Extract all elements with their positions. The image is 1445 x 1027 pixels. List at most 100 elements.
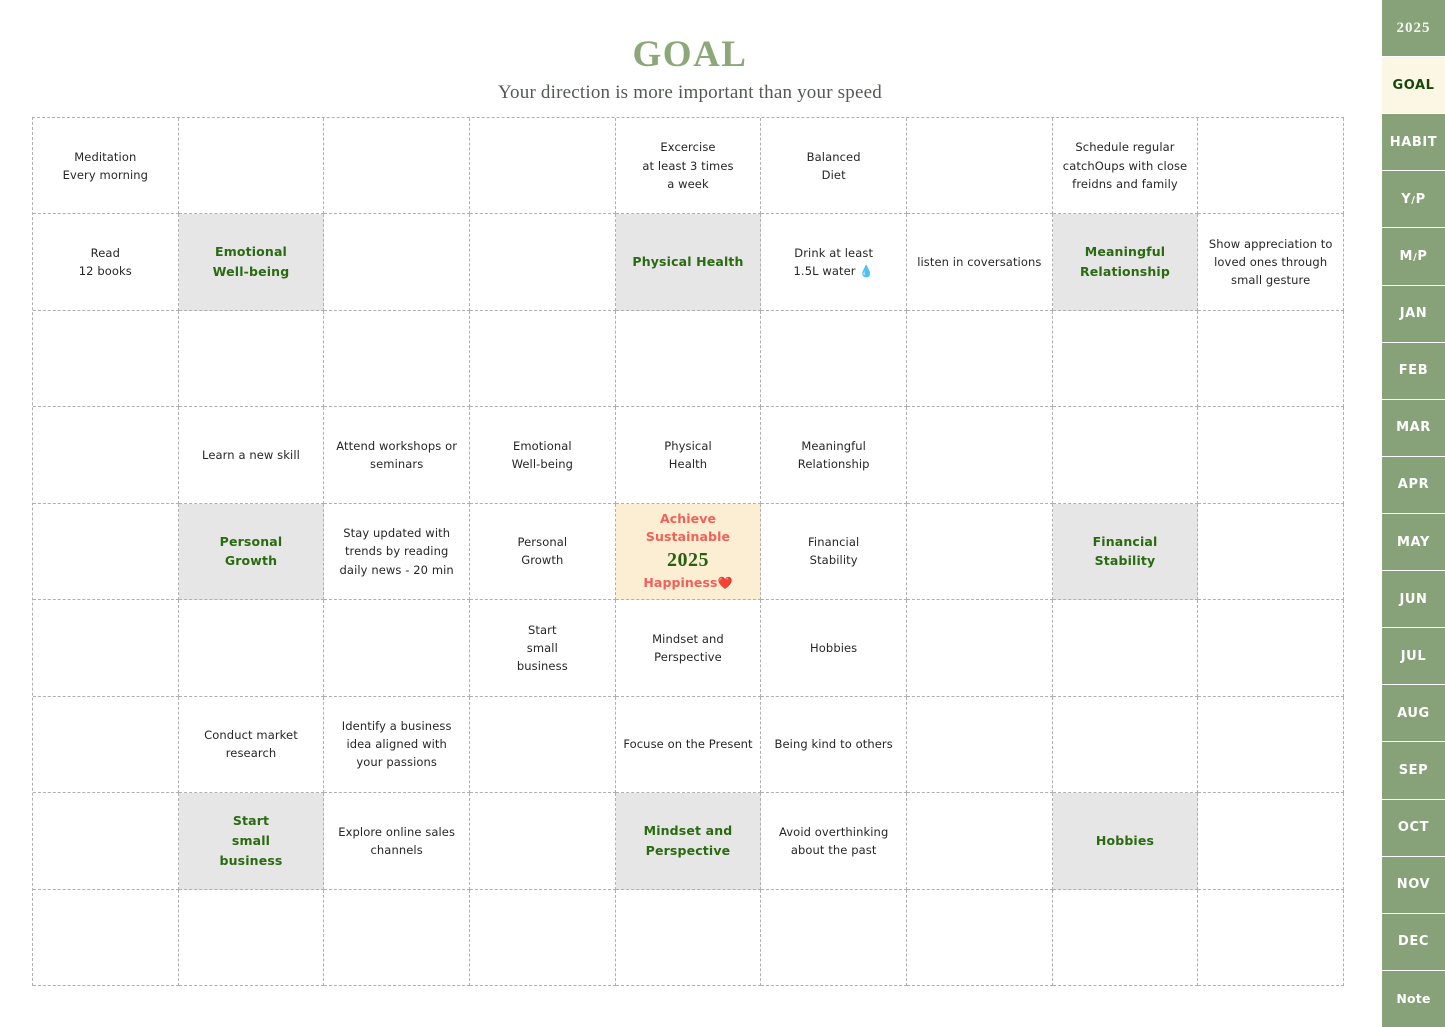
empty-cell[interactable]	[907, 407, 1053, 504]
sidebar-tab-jun[interactable]: JUN	[1380, 571, 1445, 629]
empty-cell[interactable]	[615, 310, 762, 408]
empty-cell[interactable]	[907, 696, 1053, 794]
action-cell[interactable]: Meditation Every morning	[33, 118, 179, 215]
sidebar-tab-oct[interactable]: OCT	[1380, 799, 1445, 857]
empty-cell[interactable]	[907, 600, 1053, 697]
empty-cell[interactable]	[470, 214, 616, 311]
sidebar-tab-may[interactable]: MAY	[1380, 513, 1445, 572]
empty-cell[interactable]	[324, 600, 470, 697]
sidebar-tab-habit[interactable]: HABIT	[1380, 114, 1445, 172]
page-header: GOAL Your direction is more important th…	[0, 0, 1380, 104]
action-cell[interactable]: Mindset and Perspective	[615, 600, 762, 697]
sidebar-tab-jan[interactable]: JAN	[1380, 285, 1445, 343]
theme-cell[interactable]: Personal Growth	[178, 503, 325, 601]
action-cell[interactable]: Conduct market research	[178, 696, 325, 794]
action-cell[interactable]: Read 12 books	[33, 214, 179, 311]
empty-cell[interactable]	[33, 600, 179, 697]
action-cell[interactable]: Avoid overthinking about the past	[761, 793, 907, 890]
empty-cell[interactable]	[1198, 793, 1344, 890]
empty-cell[interactable]	[33, 407, 179, 504]
action-cell[interactable]: Hobbies	[761, 600, 907, 697]
theme-cell[interactable]: Physical Health	[615, 214, 762, 311]
empty-cell[interactable]	[1052, 889, 1199, 986]
empty-cell[interactable]	[470, 793, 616, 890]
action-cell[interactable]: Show appreciation to loved ones through sm…	[1198, 214, 1344, 311]
empty-cell[interactable]	[1198, 310, 1344, 408]
sidebar-tab-y-p[interactable]: Y/P	[1380, 171, 1445, 229]
action-cell[interactable]: Drink at least 1.5L water 💧	[761, 214, 907, 311]
action-cell[interactable]: Stay updated with trends by reading daily …	[324, 503, 470, 601]
empty-cell[interactable]	[615, 889, 762, 986]
empty-cell[interactable]	[1198, 889, 1344, 986]
sidebar-tab-dec[interactable]: DEC	[1380, 913, 1445, 971]
action-cell[interactable]: Excercise at least 3 times a week	[615, 118, 762, 215]
sidebar-tab-jul[interactable]: JUL	[1380, 628, 1445, 686]
center-goal-cell[interactable]: Achieve Sustainable 2025 Happiness❤️	[615, 503, 762, 601]
theme-cell[interactable]: Meaningful Relationship	[1052, 214, 1199, 311]
action-cell[interactable]: Identify a business idea aligned with your…	[324, 696, 470, 794]
action-cell[interactable]: Schedule regular catchOups with close frei…	[1052, 118, 1199, 215]
empty-cell[interactable]	[324, 310, 470, 408]
action-cell[interactable]: Balanced Diet	[761, 118, 907, 215]
action-cell[interactable]: Being kind to others	[761, 696, 907, 794]
empty-cell[interactable]	[1198, 407, 1344, 504]
theme-cell[interactable]: Emotional Well-being	[178, 214, 325, 311]
theme-cell[interactable]: Hobbies	[1052, 793, 1199, 890]
empty-cell[interactable]	[33, 310, 179, 408]
action-cell[interactable]: Physical Health	[615, 407, 762, 504]
theme-cell[interactable]: Mindset and Perspective	[615, 793, 762, 890]
action-cell[interactable]: Financial Stability	[761, 503, 907, 601]
empty-cell[interactable]	[1198, 118, 1344, 215]
action-cell[interactable]: Focuse on the Present	[615, 696, 762, 794]
empty-cell[interactable]	[178, 118, 325, 215]
empty-cell[interactable]	[1198, 696, 1344, 794]
sidebar-tab-m-p[interactable]: M/P	[1380, 228, 1445, 286]
sidebar-tab-mar[interactable]: MAR	[1380, 399, 1445, 457]
empty-cell[interactable]	[324, 118, 470, 215]
sidebar-tab-feb[interactable]: FEB	[1380, 342, 1445, 400]
sidebar-tab-goal[interactable]: GOAL	[1380, 57, 1445, 115]
empty-cell[interactable]	[1198, 600, 1344, 697]
empty-cell[interactable]	[470, 696, 616, 794]
action-cell[interactable]: Explore online sales channels	[324, 793, 470, 890]
empty-cell[interactable]	[761, 889, 907, 986]
empty-cell[interactable]	[33, 889, 179, 986]
theme-cell[interactable]: Start small business	[178, 793, 325, 890]
empty-cell[interactable]	[33, 696, 179, 794]
empty-cell[interactable]	[1052, 696, 1199, 794]
sidebar-tab-2025[interactable]: 2025	[1380, 0, 1445, 58]
action-cell[interactable]: Meaningful Relationship	[761, 407, 907, 504]
sidebar-tab-note[interactable]: Note	[1380, 970, 1445, 1027]
empty-cell[interactable]	[907, 310, 1053, 408]
empty-cell[interactable]	[324, 214, 470, 311]
action-cell[interactable]: Personal Growth	[470, 503, 616, 601]
sidebar-tab-aug[interactable]: AUG	[1380, 685, 1445, 743]
empty-cell[interactable]	[907, 503, 1053, 601]
empty-cell[interactable]	[33, 503, 179, 601]
action-cell[interactable]: listen in coversations	[907, 214, 1053, 311]
action-cell[interactable]: Start small business	[470, 600, 616, 697]
sidebar-tab-nov[interactable]: NOV	[1380, 856, 1445, 914]
empty-cell[interactable]	[1052, 600, 1199, 697]
empty-cell[interactable]	[907, 889, 1053, 986]
action-cell[interactable]: Learn a new skill	[178, 407, 325, 504]
empty-cell[interactable]	[470, 118, 616, 215]
sidebar-tab-apr[interactable]: APR	[1380, 456, 1445, 514]
empty-cell[interactable]	[178, 600, 325, 697]
action-cell[interactable]: Emotional Well-being	[470, 407, 616, 504]
empty-cell[interactable]	[470, 889, 616, 986]
empty-cell[interactable]	[178, 889, 325, 986]
empty-cell[interactable]	[1052, 407, 1199, 504]
empty-cell[interactable]	[324, 889, 470, 986]
empty-cell[interactable]	[178, 310, 325, 408]
empty-cell[interactable]	[1052, 310, 1199, 408]
empty-cell[interactable]	[33, 793, 179, 890]
sidebar-tab-sep[interactable]: SEP	[1380, 742, 1445, 800]
theme-cell[interactable]: Financial Stability	[1052, 503, 1199, 601]
action-cell[interactable]: Attend workshops or seminars	[324, 407, 470, 504]
empty-cell[interactable]	[907, 118, 1053, 215]
empty-cell[interactable]	[1198, 503, 1344, 601]
empty-cell[interactable]	[470, 310, 616, 408]
empty-cell[interactable]	[907, 793, 1053, 890]
empty-cell[interactable]	[761, 310, 907, 408]
